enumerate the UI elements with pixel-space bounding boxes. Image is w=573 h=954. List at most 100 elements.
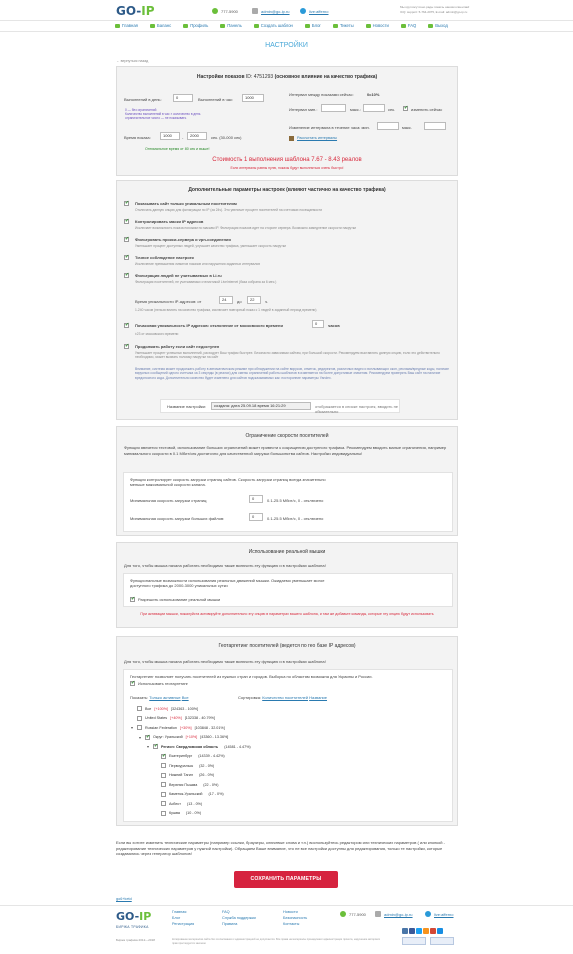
footer-email-link[interactable]: admin@go-ip.ru <box>384 912 413 917</box>
settings-id: ID: 4751293 <box>245 74 274 80</box>
geo-tree-checkbox[interactable] <box>137 725 142 730</box>
calc-intervals-link[interactable]: Рассчитать интервалы <box>297 136 337 140</box>
nav-item[interactable]: Создать шаблон <box>253 23 293 28</box>
geo-tree-checkbox[interactable] <box>161 753 166 759</box>
geo-tree-checkbox[interactable] <box>161 772 166 778</box>
geo-tree-pct: [+30%] <box>179 725 192 730</box>
extra-option-checkbox[interactable] <box>124 254 129 260</box>
extra-option-checkbox[interactable] <box>124 200 129 206</box>
footer-skype-link[interactable]: live:afferno <box>434 912 454 917</box>
geo-tree-checkbox[interactable] <box>161 782 166 787</box>
twitter-icon[interactable] <box>416 928 422 934</box>
skype-link[interactable]: live:afferno <box>309 9 329 14</box>
footer-logo[interactable]: GO-IP <box>116 910 151 923</box>
footer-copyright: Биржа трафика 2012—2018 <box>116 938 155 942</box>
nav-icon <box>304 23 310 28</box>
email-link[interactable]: admin@go-ip.ru <box>261 9 290 14</box>
footer-link[interactable]: Регистрация <box>172 921 194 927</box>
footer-email[interactable]: admin@go-ip.ru <box>375 911 413 917</box>
mail-ru-icon[interactable] <box>437 928 443 934</box>
hourly-checkbox[interactable] <box>124 322 129 328</box>
unique-to-input[interactable]: 22 <box>247 296 261 304</box>
bottom-link[interactable]: go6+ketd <box>116 897 132 901</box>
per-day-input[interactable]: 0 <box>173 94 193 102</box>
interval-max-input[interactable] <box>363 104 385 112</box>
geo-use-checkbox[interactable] <box>130 680 135 686</box>
continue-label: Продолжать работу если сайт недоступен <box>135 344 220 349</box>
geo-tree-checkbox[interactable] <box>145 734 150 740</box>
save-button[interactable]: СОХРАНИТЬ ПАРАМЕТРЫ <box>234 871 338 888</box>
continue-checkbox[interactable] <box>124 343 129 349</box>
geo-panel: Геотаргетинг посетителей (ведется по гео… <box>116 636 458 826</box>
setting-name-input[interactable]: создана: дата 25.09.18 время 16:21:29 <box>211 402 311 410</box>
geo-tree-count: (17 - 0%) <box>208 792 224 796</box>
view-time-unit: сек. (30-000 сек) <box>211 135 242 140</box>
hourly-input[interactable]: 0 <box>312 320 324 328</box>
nav-item-label: Главная <box>122 23 138 28</box>
back-link[interactable]: ← вернуться назад <box>116 59 148 63</box>
footer-link[interactable]: Контакты <box>283 921 307 927</box>
nav-item[interactable]: Профиль <box>183 23 208 28</box>
geo-tree-checkbox[interactable] <box>161 791 166 797</box>
interval-min-input[interactable] <box>321 104 346 112</box>
footer-skype-icon <box>425 911 431 917</box>
nav-icon <box>115 23 120 28</box>
change-interval-min-input[interactable] <box>377 122 399 130</box>
change-interval-max-label: макс. <box>402 125 412 130</box>
nav-item[interactable]: FAQ <box>400 23 416 28</box>
footer-legal: Копирование материалов сайта без согласо… <box>172 938 381 945</box>
google-plus-icon[interactable] <box>430 928 436 934</box>
change-now-checkbox[interactable] <box>403 105 408 111</box>
view-time-to-input[interactable]: 2000 <box>187 132 207 140</box>
nav-item[interactable]: Выход <box>428 23 448 28</box>
logo-accent: IP <box>141 4 155 18</box>
geo-expand-icon[interactable]: ▾ <box>130 725 134 730</box>
nav-item[interactable]: Тикеты <box>332 23 354 28</box>
geo-tree-checkbox[interactable] <box>161 810 166 816</box>
per-hour-input[interactable]: 1000 <box>242 94 264 102</box>
header-email[interactable]: admin@go-ip.ru <box>252 8 290 14</box>
unique-unit: ч. <box>265 299 269 304</box>
min-page-input[interactable]: 0 <box>249 495 263 503</box>
geo-tree-checkbox[interactable] <box>153 743 158 749</box>
facebook-icon[interactable] <box>409 928 415 934</box>
geo-tree-label: Асбест <box>169 801 181 806</box>
geo-tree-checkbox[interactable] <box>161 801 166 806</box>
mouse-checkbox[interactable] <box>130 596 135 602</box>
extra-option-label: Показывать сайт только уникальным посети… <box>135 201 237 206</box>
min-file-input[interactable]: 0 <box>249 513 263 521</box>
footer-skype[interactable]: live:afferno <box>425 911 454 917</box>
header-note: Мы круглосуточно рады помочь нашим клиен… <box>400 5 520 14</box>
odnoklassniki-icon[interactable] <box>423 928 429 934</box>
nav-item[interactable]: Блог <box>304 23 321 28</box>
extra-title: Дополнительные параметры настроек (влияю… <box>188 187 386 193</box>
footer-link[interactable]: Правила <box>222 921 256 927</box>
header-skype[interactable]: live:afferno <box>300 8 329 14</box>
extra-option-checkbox[interactable] <box>124 272 129 278</box>
geo-show-active-link[interactable]: Только активные <box>149 695 180 700</box>
geo-expand-icon[interactable]: ▾ <box>146 744 150 749</box>
extra-option-checkbox[interactable] <box>124 236 129 242</box>
vk-icon[interactable] <box>402 928 408 934</box>
geo-tree-checkbox[interactable] <box>137 715 142 721</box>
geo-show-all-link[interactable]: Все <box>182 695 189 700</box>
nav-item[interactable]: Главная <box>115 23 138 28</box>
geo-sort-name-link[interactable]: Название <box>309 695 327 700</box>
limit-hints: 0 — без ограничений Количество выполнени… <box>125 108 200 121</box>
view-time-from-input[interactable]: 1000 <box>160 132 180 140</box>
geo-tree-checkbox[interactable] <box>161 763 166 768</box>
nav-item[interactable]: Баланс <box>149 23 171 28</box>
nav-item[interactable]: Панель <box>220 23 242 28</box>
extra-option-checkbox[interactable] <box>124 218 129 224</box>
change-interval-max-input[interactable] <box>424 122 446 130</box>
view-time-dash: - <box>182 135 184 140</box>
logo[interactable]: GO-IP <box>116 4 155 18</box>
geo-tree-checkbox[interactable] <box>137 706 142 711</box>
nav-item[interactable]: Новости <box>365 23 389 28</box>
geo-sort-count-link[interactable]: Количество посетителей <box>262 695 308 700</box>
geo-tree-count: [132338 - 40.79%] <box>184 716 215 720</box>
unique-from-input[interactable]: 24 <box>219 296 233 304</box>
interval-now-value: 0с10% <box>367 92 380 97</box>
geo-expand-icon[interactable]: ▾ <box>138 735 142 740</box>
extra-option-desc: Уменьшает процент доступных людей, улучш… <box>135 244 286 248</box>
